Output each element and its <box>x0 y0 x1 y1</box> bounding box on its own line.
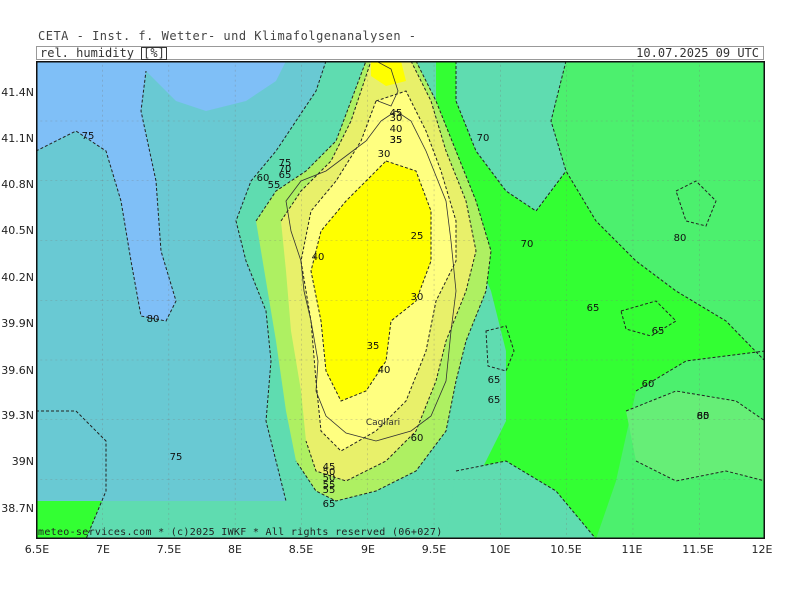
header-title: CETA - Inst. f. Wetter- und Klimafolgena… <box>38 29 417 43</box>
lon-label: 8E <box>228 543 242 556</box>
contour-label: 80 <box>147 314 160 325</box>
contour-label: 30 <box>411 292 424 303</box>
lat-label: 39.6N <box>1 364 34 377</box>
contour-label: 80 <box>674 233 687 244</box>
parameter-unit: [%] <box>141 46 167 60</box>
lat-label: 39N <box>11 455 34 468</box>
lon-label: 10E <box>489 543 511 556</box>
contour-label: 40 <box>390 124 403 135</box>
lon-label: 8.5E <box>288 543 314 556</box>
lon-label: 11E <box>621 543 643 556</box>
parameter-bar: rel. humidity [%] 10.07.2025 09 UTC <box>36 46 764 60</box>
contour-label: 65 <box>279 170 292 181</box>
lon-label: 9E <box>361 543 375 556</box>
lat-label: 41.4N <box>1 86 34 99</box>
place-label-cagliari: Cagliari <box>366 418 400 428</box>
contour-label: 35 <box>390 135 403 146</box>
contour-label: 60 <box>411 433 424 444</box>
contour-label: 30 <box>378 149 391 160</box>
contour-label: 60 <box>257 173 270 184</box>
lat-label: 39.9N <box>1 317 34 330</box>
contour-label: 55 <box>323 485 336 496</box>
contour-label: 65 <box>488 395 501 406</box>
lat-label: 41.1N <box>1 132 34 145</box>
contour-label: 70 <box>521 239 534 250</box>
humidity-map: 75 70 80 70 80 65 65 65 65 60 65 80 75 4… <box>36 61 765 539</box>
contour-label: 65 <box>652 326 665 337</box>
humidity-map-canvas: 75 70 80 70 80 65 65 65 65 60 65 80 75 4… <box>36 61 765 539</box>
contour-label: 65 <box>488 375 501 386</box>
parameter-name: rel. humidity <box>40 46 134 60</box>
contour-label: 60 <box>642 379 655 390</box>
contour-label: 80 <box>697 411 710 422</box>
lon-label: 10.5E <box>550 543 582 556</box>
parameter-label: rel. humidity [%] <box>40 47 167 60</box>
lon-label: 11.5E <box>682 543 714 556</box>
lat-label: 39.3N <box>1 409 34 422</box>
lon-label: 7E <box>96 543 110 556</box>
lon-label: 6.5E <box>24 543 50 556</box>
lat-label: 40.2N <box>1 271 34 284</box>
lat-label: 40.5N <box>1 224 34 237</box>
contour-label: 40 <box>312 252 325 263</box>
contour-label: 65 <box>323 499 336 510</box>
contour-label: 75 <box>82 131 95 142</box>
contour-label: 40 <box>378 365 391 376</box>
lat-label: 40.8N <box>1 178 34 191</box>
contour-label: 35 <box>367 341 380 352</box>
lon-label: 12E <box>751 543 773 556</box>
contour-label: 75 <box>170 452 183 463</box>
contour-label: 65 <box>587 303 600 314</box>
contour-label: 45 <box>390 108 403 119</box>
valid-time: 10.07.2025 09 UTC <box>636 46 759 60</box>
contour-label: 50 <box>323 467 336 478</box>
contour-label: 70 <box>477 133 490 144</box>
lon-label: 7.5E <box>156 543 182 556</box>
lat-label: 38.7N <box>1 502 34 515</box>
copyright-notice: meteo-services.com * (c)2025 IWKF * All … <box>38 527 443 538</box>
contour-label: 55 <box>268 180 281 191</box>
contour-label: 25 <box>411 231 424 242</box>
lon-label: 9.5E <box>421 543 447 556</box>
